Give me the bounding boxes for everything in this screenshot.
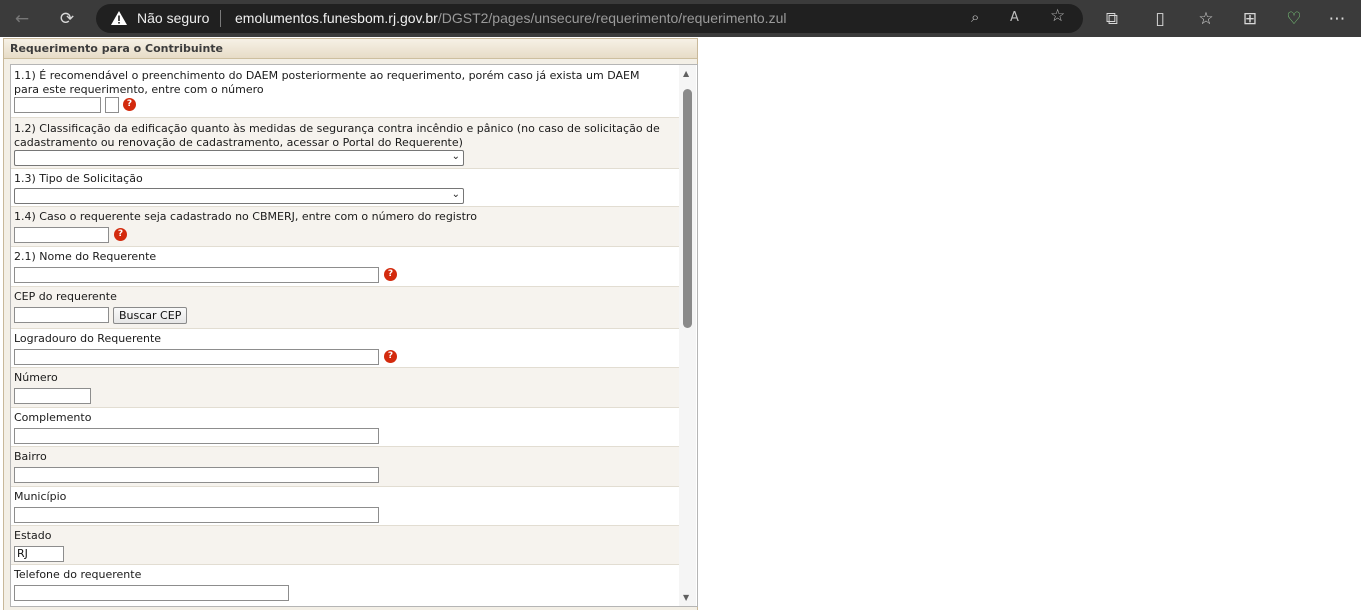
reload-icon[interactable]: ⟳ bbox=[56, 8, 78, 30]
registro-label: 1.4) Caso o requerente seja cadastrado n… bbox=[14, 210, 477, 223]
buscar-cep-button[interactable]: Buscar CEP bbox=[113, 307, 188, 324]
read-aloud-icon[interactable]: A bbox=[1010, 10, 1019, 25]
browser-toolbar: ← ⟳ Não seguro emolumentos.funesbom.rj.g… bbox=[0, 0, 1361, 37]
municipio-label: Município bbox=[14, 490, 67, 503]
municipio-input[interactable] bbox=[14, 507, 379, 523]
url-host: emolumentos.funesbom.rj.gov.br bbox=[235, 10, 438, 26]
cep-label: CEP do requerente bbox=[14, 290, 117, 303]
form-scroll-area[interactable]: 1.1) É recomendável o preenchimento do D… bbox=[10, 64, 698, 607]
collections-icon[interactable]: ⊞ bbox=[1239, 8, 1261, 30]
telefone-input[interactable] bbox=[14, 585, 289, 601]
tipo-solicitacao-label: 1.3) Tipo de Solicitação bbox=[14, 172, 143, 185]
nome-input[interactable] bbox=[14, 267, 379, 283]
extensions-icon[interactable]: ⧉ bbox=[1101, 8, 1123, 30]
classificacao-select[interactable]: ⌄ bbox=[14, 150, 464, 166]
telefone-label: Telefone do requerente bbox=[14, 568, 142, 581]
estado-input[interactable]: RJ bbox=[14, 546, 64, 562]
logradouro-help-icon[interactable]: ? bbox=[384, 350, 397, 363]
address-separator bbox=[220, 10, 221, 27]
more-menu-icon[interactable]: ⋯ bbox=[1326, 8, 1348, 30]
warning-icon[interactable] bbox=[110, 10, 128, 26]
logradouro-label: Logradouro do Requerente bbox=[14, 332, 162, 345]
row-nome: 2.1) Nome do Requerente ? bbox=[11, 247, 679, 287]
nome-label: 2.1) Nome do Requerente bbox=[14, 250, 157, 263]
address-bar[interactable]: Não seguro emolumentos.funesbom.rj.gov.b… bbox=[96, 4, 1083, 33]
vertical-scrollbar[interactable]: ▲ ▼ bbox=[679, 65, 696, 606]
logradouro-input[interactable] bbox=[14, 349, 379, 365]
cep-input[interactable] bbox=[14, 307, 109, 323]
estado-label: Estado bbox=[14, 529, 52, 542]
url-path: /DGST2/pages/unsecure/requerimento/reque… bbox=[437, 10, 787, 26]
bairro-label: Bairro bbox=[14, 450, 47, 463]
health-icon[interactable]: ♡ bbox=[1283, 8, 1305, 30]
requerimento-panel: Requerimento para o Contribuinte 1.1) É … bbox=[3, 38, 698, 610]
registro-help-icon[interactable]: ? bbox=[114, 228, 127, 241]
row-complemento: Complemento bbox=[11, 408, 679, 447]
scroll-down-icon[interactable]: ▼ bbox=[683, 593, 689, 602]
complemento-input[interactable] bbox=[14, 428, 379, 444]
row-registro: 1.4) Caso o requerente seja cadastrado n… bbox=[11, 207, 679, 247]
row-daem: 1.1) É recomendável o preenchimento do D… bbox=[11, 65, 679, 118]
split-screen-icon[interactable]: ▯ bbox=[1149, 8, 1171, 30]
panel-title: Requerimento para o Contribuinte bbox=[4, 39, 697, 59]
scroll-up-icon[interactable]: ▲ bbox=[683, 69, 689, 78]
daem-check-input[interactable] bbox=[105, 97, 119, 113]
scroll-thumb[interactable] bbox=[683, 89, 692, 328]
row-municipio: Município bbox=[11, 487, 679, 526]
tipo-solicitacao-select[interactable]: ⌄ bbox=[14, 188, 464, 204]
favorite-star-icon[interactable]: ☆ bbox=[1050, 6, 1065, 26]
row-classificacao: 1.2) Classificação da edificação quanto … bbox=[11, 118, 679, 169]
row-telefone: Telefone do requerente bbox=[11, 565, 679, 606]
chevron-down-icon: ⌄ bbox=[451, 189, 460, 200]
bairro-input[interactable] bbox=[14, 467, 379, 483]
favorites-icon[interactable]: ☆ bbox=[1195, 8, 1217, 30]
row-bairro: Bairro bbox=[11, 447, 679, 487]
classificacao-label: 1.2) Classificação da edificação quanto … bbox=[14, 122, 660, 149]
nome-help-icon[interactable]: ? bbox=[384, 268, 397, 281]
chevron-down-icon: ⌄ bbox=[451, 151, 460, 162]
numero-label: Número bbox=[14, 371, 58, 384]
row-tipo-solicitacao: 1.3) Tipo de Solicitação ⌄ bbox=[11, 169, 679, 207]
row-logradouro: Logradouro do Requerente ? bbox=[11, 329, 679, 368]
numero-input[interactable] bbox=[14, 388, 91, 404]
row-cep: CEP do requerente Buscar CEP bbox=[11, 287, 679, 329]
daem-label: 1.1) É recomendável o preenchimento do D… bbox=[14, 69, 640, 96]
complemento-label: Complemento bbox=[14, 411, 92, 424]
security-status[interactable]: Não seguro bbox=[137, 10, 209, 26]
daem-number-input[interactable] bbox=[14, 97, 101, 113]
row-estado: Estado RJ bbox=[11, 526, 679, 565]
url-text[interactable]: emolumentos.funesbom.rj.gov.br/DGST2/pag… bbox=[235, 10, 786, 26]
registro-input[interactable] bbox=[14, 227, 109, 243]
back-icon[interactable]: ← bbox=[11, 8, 33, 30]
daem-help-icon[interactable]: ? bbox=[123, 98, 136, 111]
row-numero: Número bbox=[11, 368, 679, 408]
zoom-icon[interactable]: ⌕ bbox=[971, 8, 979, 26]
